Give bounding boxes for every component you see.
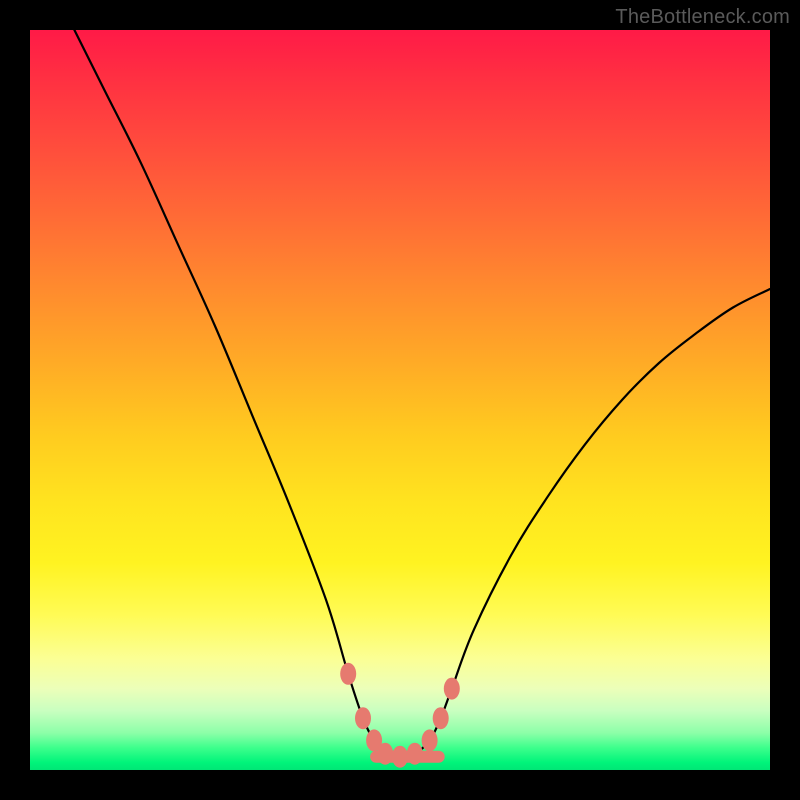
- curve-marker: [422, 729, 438, 751]
- curve-marker: [392, 746, 408, 768]
- curve-marker: [407, 743, 423, 765]
- curve-marker: [340, 663, 356, 685]
- curve-marker: [433, 707, 449, 729]
- curve-marker: [444, 678, 460, 700]
- curve-layer: [30, 30, 770, 770]
- bottleneck-curve: [74, 30, 770, 757]
- curve-marker: [377, 743, 393, 765]
- plot-area: [30, 30, 770, 770]
- curve-marker: [355, 707, 371, 729]
- watermark-text: TheBottleneck.com: [615, 6, 790, 29]
- chart-frame: TheBottleneck.com: [0, 0, 800, 800]
